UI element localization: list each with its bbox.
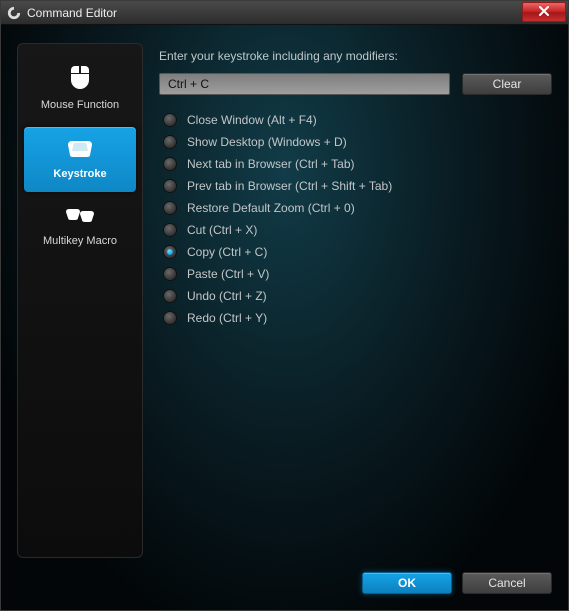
clear-button-label: Clear (493, 77, 522, 91)
keystroke-panel: Enter your keystroke including any modif… (159, 43, 552, 558)
footer: OK Cancel (17, 558, 552, 594)
close-icon (538, 5, 550, 20)
radio-icon (163, 201, 177, 215)
mouse-icon (69, 64, 91, 93)
preset-option[interactable]: Redo (Ctrl + Y) (163, 311, 552, 325)
ok-button-label: OK (398, 576, 416, 590)
preset-option-label: Next tab in Browser (Ctrl + Tab) (187, 157, 355, 171)
keystroke-input-row: Clear (159, 73, 552, 95)
sidebar-item-label: Multikey Macro (43, 235, 117, 247)
radio-icon (163, 135, 177, 149)
radio-icon (163, 267, 177, 281)
preset-option-label: Paste (Ctrl + V) (187, 267, 269, 281)
prompt-text: Enter your keystroke including any modif… (159, 49, 552, 63)
preset-option[interactable]: Close Window (Alt + F4) (163, 113, 552, 127)
window-body: Mouse Function Keystroke (1, 25, 568, 610)
preset-option-label: Prev tab in Browser (Ctrl + Shift + Tab) (187, 179, 392, 193)
sidebar-item-keystroke[interactable]: Keystroke (24, 127, 136, 192)
preset-option[interactable]: Paste (Ctrl + V) (163, 267, 552, 281)
cancel-button-label: Cancel (488, 576, 525, 590)
preset-list: Close Window (Alt + F4) Show Desktop (Win… (159, 113, 552, 325)
radio-icon (163, 289, 177, 303)
preset-option[interactable]: Cut (Ctrl + X) (163, 223, 552, 237)
sidebar-item-label: Keystroke (53, 168, 106, 180)
macro-keys-icon (65, 206, 95, 229)
radio-icon (163, 113, 177, 127)
sidebar-item-multikey-macro[interactable]: Multikey Macro (24, 196, 136, 259)
preset-option-label: Show Desktop (Windows + D) (187, 135, 347, 149)
category-sidebar: Mouse Function Keystroke (17, 43, 143, 558)
titlebar: Command Editor (1, 1, 568, 25)
clear-button[interactable]: Clear (462, 73, 552, 95)
keystroke-input[interactable] (159, 73, 450, 95)
sidebar-item-mouse-function[interactable]: Mouse Function (24, 54, 136, 123)
sidebar-item-label: Mouse Function (41, 99, 119, 111)
radio-icon (163, 157, 177, 171)
radio-icon (163, 311, 177, 325)
preset-option-label: Restore Default Zoom (Ctrl + 0) (187, 201, 355, 215)
preset-option[interactable]: Next tab in Browser (Ctrl + Tab) (163, 157, 552, 171)
cancel-button[interactable]: Cancel (462, 572, 552, 594)
window-title: Command Editor (27, 6, 117, 20)
radio-icon (163, 245, 177, 259)
radio-icon (163, 223, 177, 237)
preset-option-label: Undo (Ctrl + Z) (187, 289, 267, 303)
preset-option[interactable]: Undo (Ctrl + Z) (163, 289, 552, 303)
close-button[interactable] (522, 2, 566, 22)
ok-button[interactable]: OK (362, 572, 452, 594)
preset-option-label: Copy (Ctrl + C) (187, 245, 267, 259)
logitech-g-logo-icon (7, 6, 21, 20)
preset-option-label: Close Window (Alt + F4) (187, 113, 317, 127)
preset-option[interactable]: Restore Default Zoom (Ctrl + 0) (163, 201, 552, 215)
preset-option-label: Cut (Ctrl + X) (187, 223, 257, 237)
preset-option-label: Redo (Ctrl + Y) (187, 311, 267, 325)
main-row: Mouse Function Keystroke (17, 43, 552, 558)
radio-icon (163, 179, 177, 193)
command-editor-window: Command Editor Mouse Function (0, 0, 569, 611)
keycap-icon (66, 137, 94, 162)
preset-option[interactable]: Show Desktop (Windows + D) (163, 135, 552, 149)
preset-option[interactable]: Prev tab in Browser (Ctrl + Shift + Tab) (163, 179, 552, 193)
preset-option[interactable]: Copy (Ctrl + C) (163, 245, 552, 259)
